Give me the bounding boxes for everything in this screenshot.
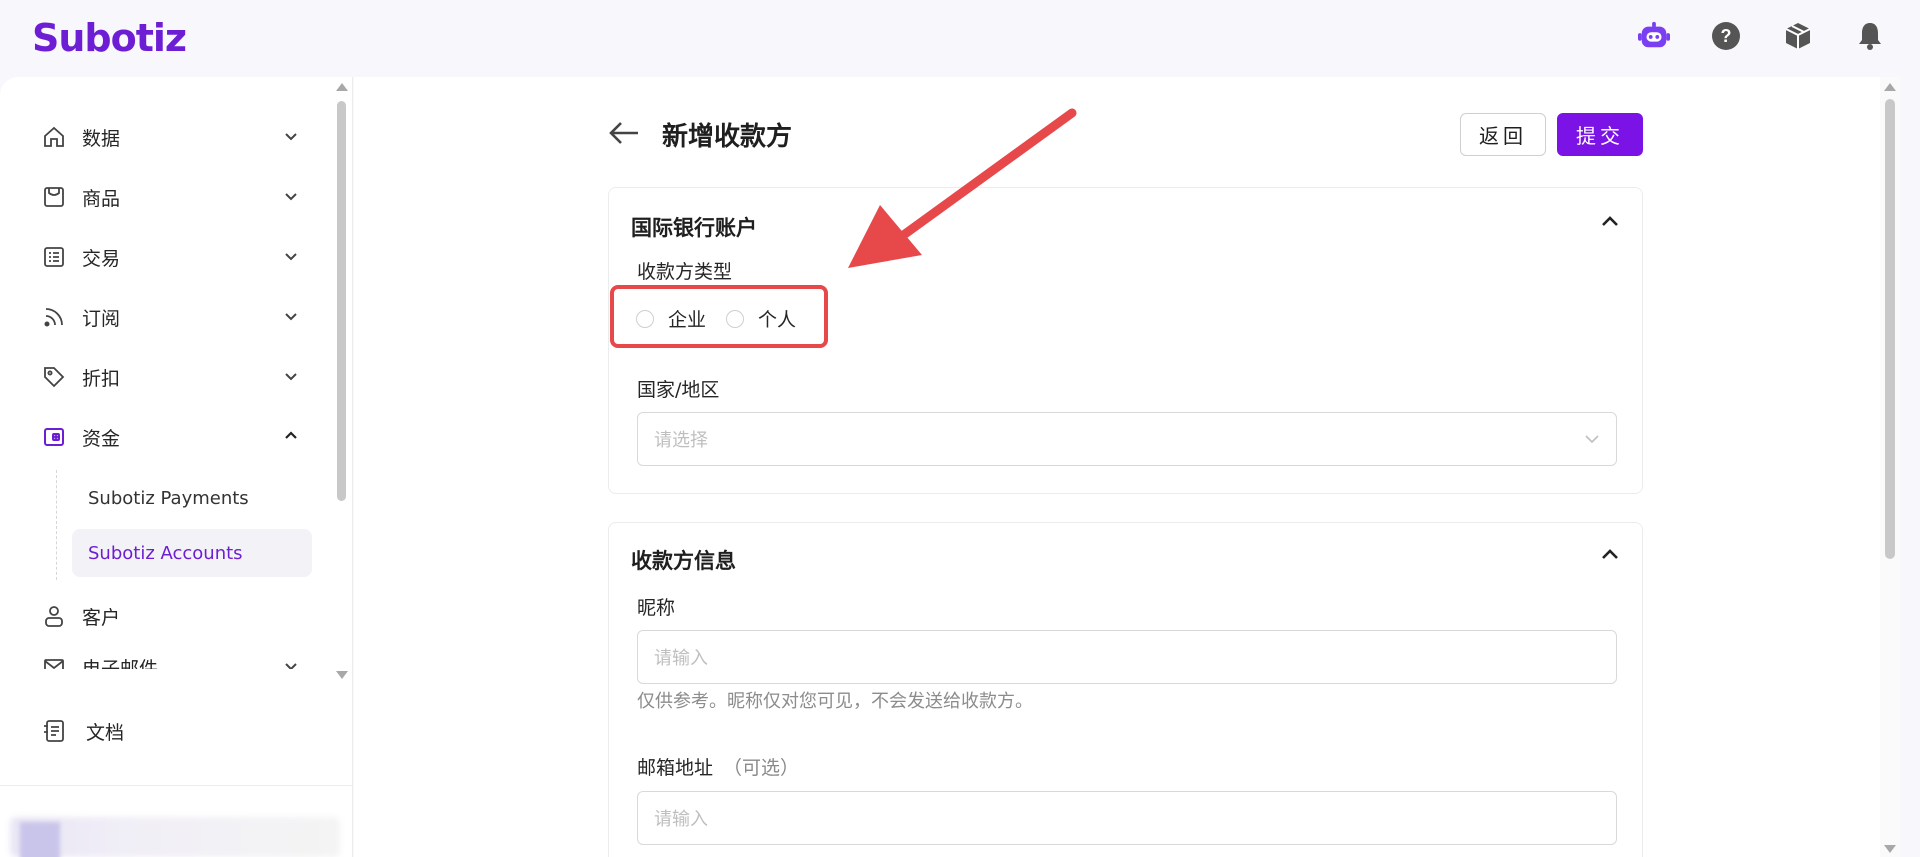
submit-button[interactable]: 提交 <box>1557 113 1643 156</box>
card-title: 收款方信息 <box>631 549 736 573</box>
sidebar-item-label: 折扣 <box>82 367 121 390</box>
nickname-hint: 仅供参考。昵称仅对您可见，不会发送给收款方。 <box>637 691 1033 712</box>
scrollbar-thumb[interactable] <box>337 101 346 501</box>
chevron-down-icon <box>285 253 297 261</box>
chevron-down-icon <box>1585 435 1599 444</box>
doc-icon <box>40 717 68 745</box>
home-icon <box>40 123 68 151</box>
sidebar-scrollbar[interactable] <box>332 77 352 679</box>
sidebar-item-docs[interactable]: 文档 <box>40 711 300 751</box>
scroll-down-icon[interactable] <box>1884 845 1896 853</box>
chevron-down-icon <box>285 663 297 669</box>
scroll-up-icon[interactable] <box>1884 83 1896 91</box>
payee-type-radio-group: 企业 个人 <box>610 285 828 348</box>
package-icon[interactable] <box>1782 20 1814 52</box>
sidebar-item-label: 电子邮件 <box>82 657 159 670</box>
sidebar-item-transactions[interactable]: 交易 <box>40 237 300 277</box>
sidebar-item-label: 交易 <box>82 247 121 270</box>
country-select[interactable]: 请选择 <box>637 412 1617 466</box>
country-placeholder: 请选择 <box>654 430 708 451</box>
sidebar-subitem-accounts[interactable]: Subotiz Accounts <box>72 529 312 577</box>
chevron-down-icon <box>285 193 297 201</box>
payee-type-label: 收款方类型 <box>637 261 733 283</box>
card-title: 国际银行账户 <box>631 216 757 240</box>
radio-individual[interactable]: 个人 <box>726 305 796 332</box>
nickname-input[interactable]: 请输入 <box>637 630 1617 684</box>
header-icons: ? <box>1638 20 1886 52</box>
sidebar-subitem-payments[interactable]: Subotiz Payments <box>72 474 312 522</box>
sidebar-item-label: 资金 <box>82 427 121 450</box>
back-arrow-icon[interactable] <box>608 120 640 146</box>
help-icon[interactable]: ? <box>1710 20 1742 52</box>
radio-label: 企业 <box>668 309 707 331</box>
radio-label: 个人 <box>758 309 797 331</box>
list-icon <box>40 243 68 271</box>
sidebar-item-label: 商品 <box>82 187 121 210</box>
nickname-label: 昵称 <box>637 597 676 619</box>
submenu-guide-line <box>56 470 57 580</box>
top-header: Subotiz ? <box>0 0 1920 77</box>
back-button[interactable]: 返回 <box>1460 113 1546 156</box>
sidebar-item-label: 文档 <box>86 721 125 744</box>
page-title: 新增收款方 <box>662 122 793 152</box>
radio-circle[interactable] <box>726 309 744 328</box>
radio-circle[interactable] <box>636 309 654 328</box>
avatar <box>20 822 60 857</box>
sidebar-item-discounts[interactable]: 折扣 <box>40 357 300 397</box>
svg-text:?: ? <box>1721 26 1732 46</box>
optional-tag: （可选） <box>723 757 800 779</box>
bell-icon[interactable] <box>1854 20 1886 52</box>
chevron-down-icon <box>285 373 297 381</box>
chevron-up-icon[interactable] <box>1600 214 1620 228</box>
email-input[interactable]: 请输入 <box>637 791 1617 845</box>
scroll-down-icon[interactable] <box>336 671 348 679</box>
scrollbar-thumb[interactable] <box>1885 99 1895 559</box>
sidebar-clip: 电子邮件 <box>0 647 335 669</box>
sidebar-item-label: 客户 <box>82 606 121 629</box>
sidebar-item-data[interactable]: 数据 <box>40 117 300 157</box>
divider <box>0 785 352 786</box>
store-icon <box>40 183 68 211</box>
chevron-down-icon <box>285 313 297 321</box>
country-label: 国家/地区 <box>637 379 720 401</box>
sidebar-item-funds[interactable]: 资金 <box>40 417 300 457</box>
payee-info-card: 收款方信息 昵称 请输入 仅供参考。昵称仅对您可见，不会发送给收款方。 邮箱地址… <box>608 522 1643 857</box>
chevron-up-icon <box>285 431 297 439</box>
main-scrollbar[interactable] <box>1880 77 1900 857</box>
rss-icon <box>40 303 68 331</box>
tag-icon <box>40 363 68 391</box>
sidebar-item-customers[interactable]: 客户 <box>40 596 300 636</box>
subotiz-logo[interactable]: Subotiz <box>32 16 187 60</box>
wallet-icon <box>40 423 68 451</box>
chevron-up-icon[interactable] <box>1600 547 1620 561</box>
sidebar-item-label: 订阅 <box>82 307 121 330</box>
sidebar-item-products[interactable]: 商品 <box>40 177 300 217</box>
email-label-text: 邮箱地址 <box>637 757 714 779</box>
email-placeholder: 请输入 <box>654 809 708 830</box>
scroll-up-icon[interactable] <box>336 83 348 91</box>
sidebar-item-email[interactable]: 电子邮件 <box>40 647 300 669</box>
radio-enterprise[interactable]: 企业 <box>636 305 706 332</box>
sidebar-item-label: 数据 <box>82 127 121 150</box>
email-label: 邮箱地址 （可选） <box>637 753 799 780</box>
mail-icon <box>40 653 68 669</box>
sidebar-item-subscriptions[interactable]: 订阅 <box>40 297 300 337</box>
user-icon <box>40 602 68 630</box>
chevron-down-icon <box>285 133 297 141</box>
nickname-placeholder: 请输入 <box>654 648 708 669</box>
bot-icon[interactable] <box>1638 20 1670 52</box>
sidebar: 数据 商品 交易 订阅 折扣 资金 Subotiz Payments Subot… <box>0 77 353 857</box>
